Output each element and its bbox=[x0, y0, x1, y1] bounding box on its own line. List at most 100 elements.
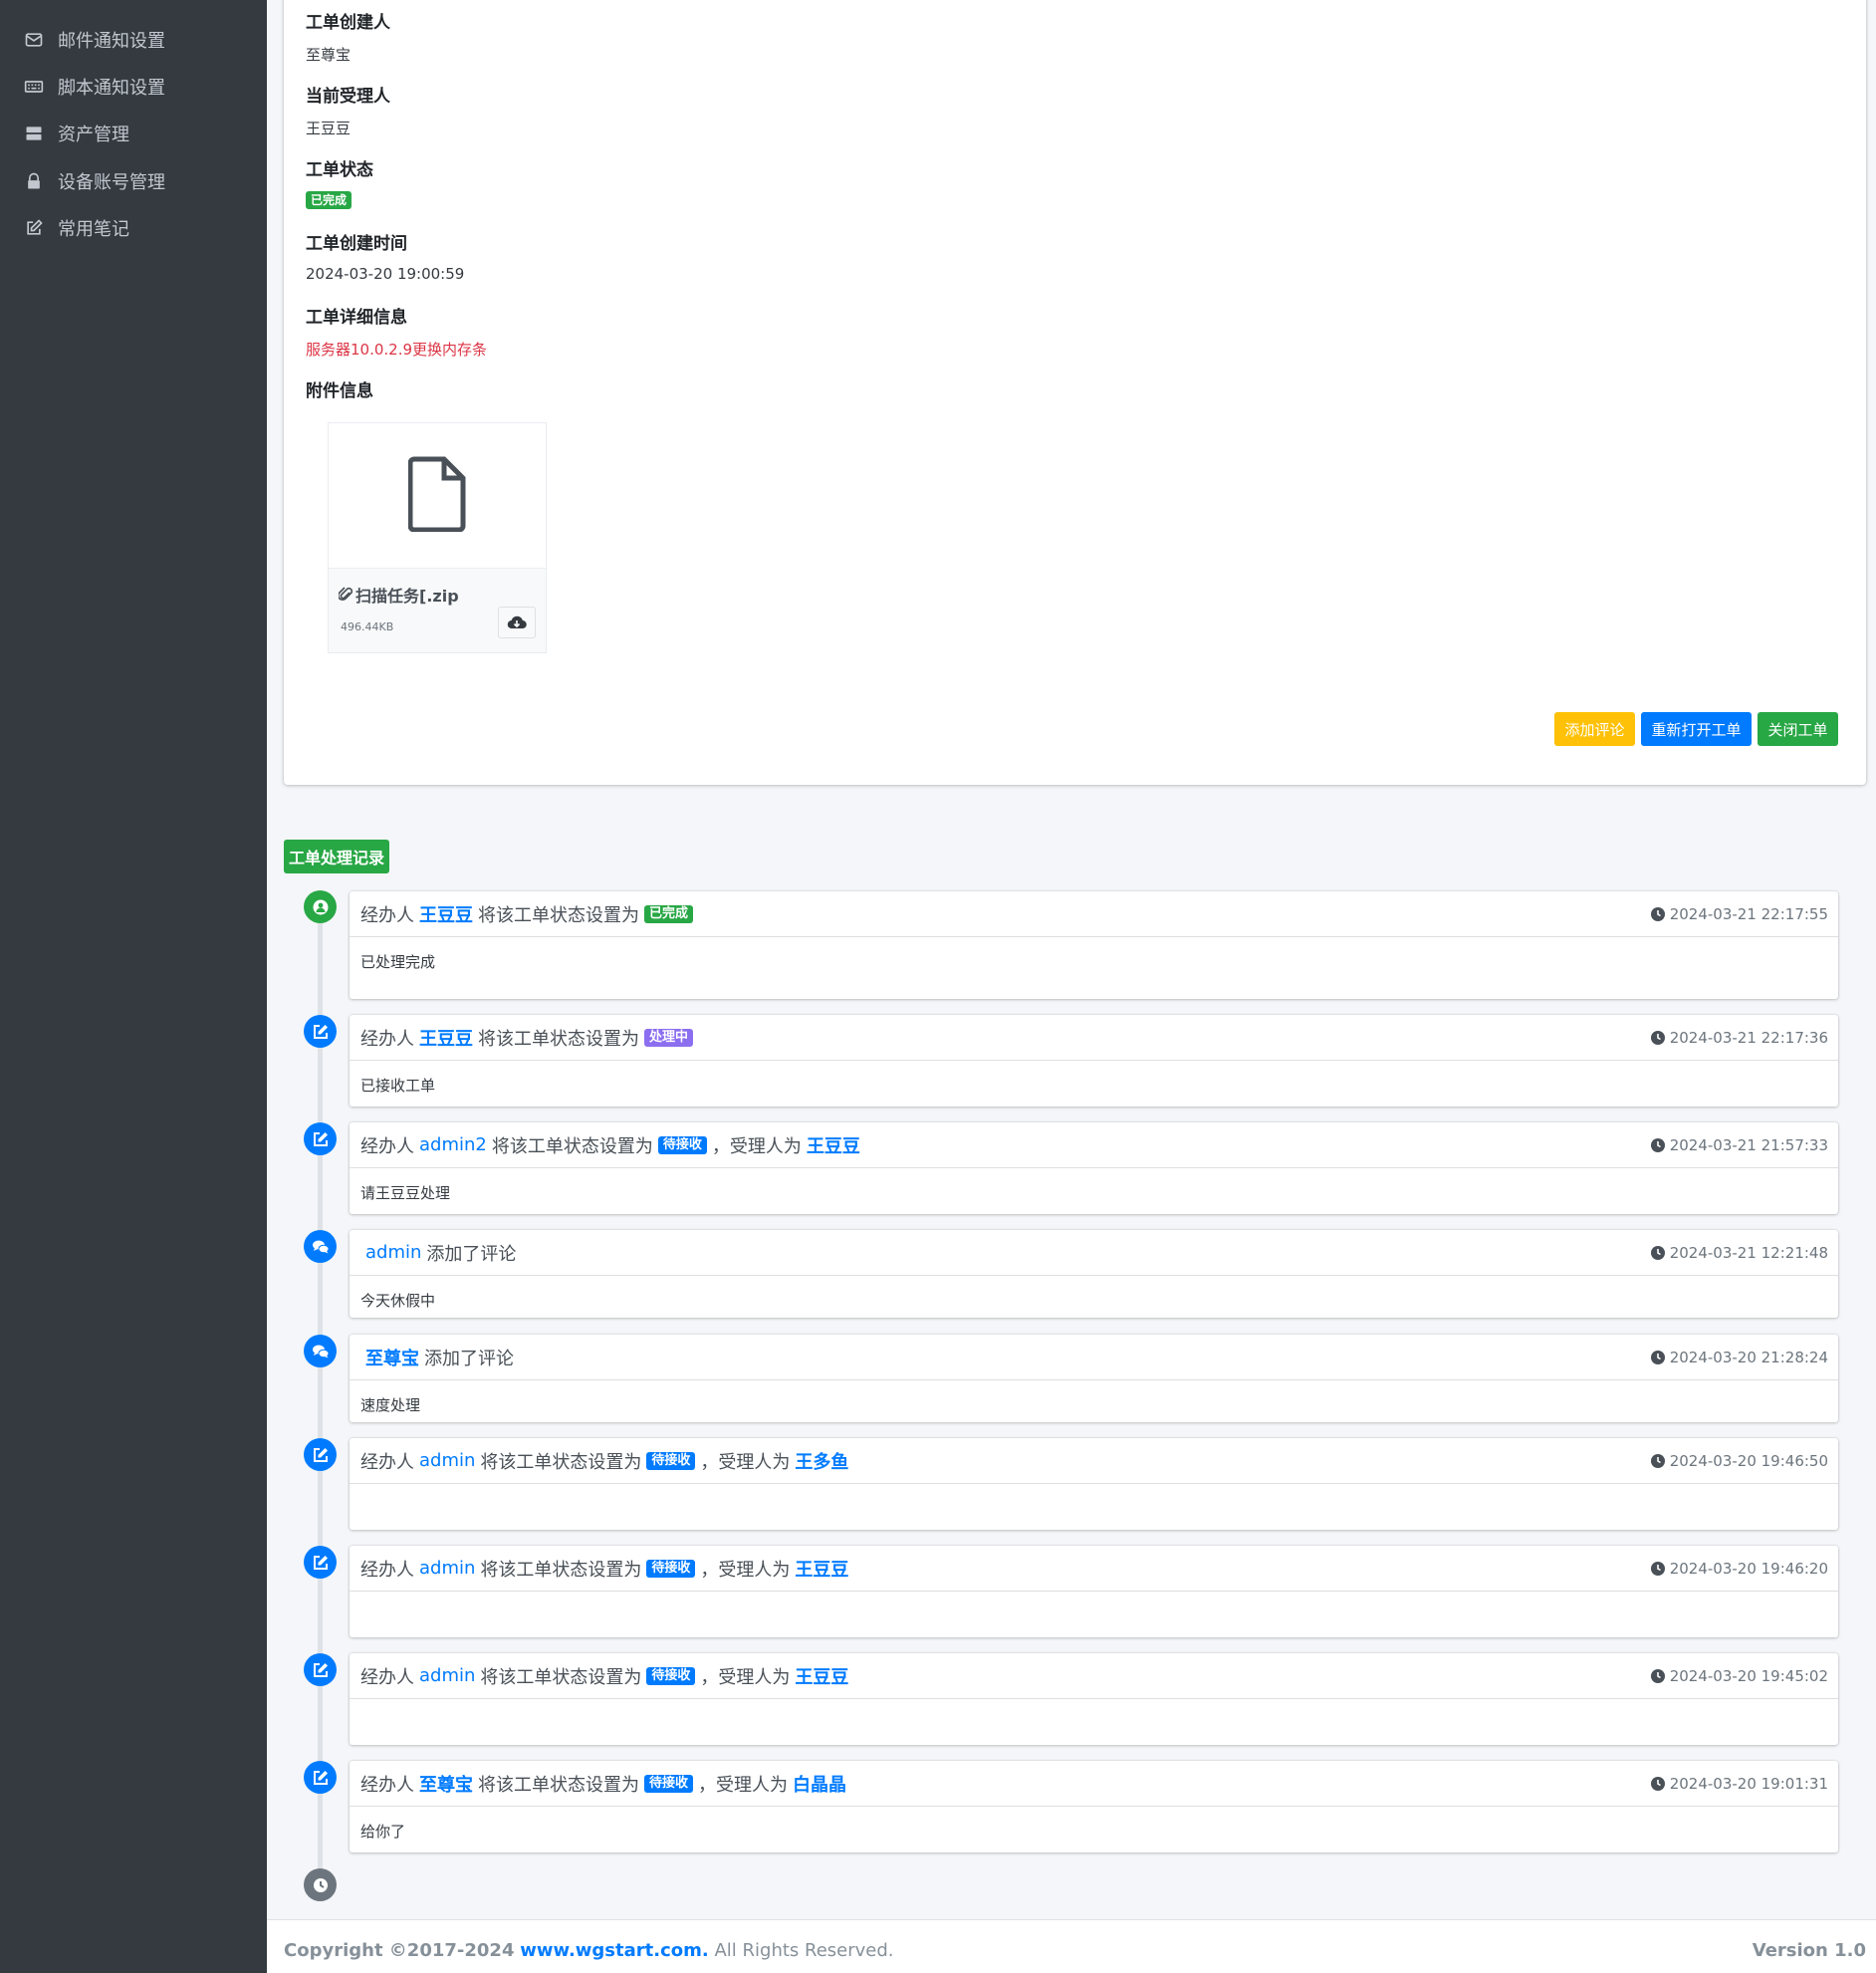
file-icon bbox=[407, 456, 466, 536]
timeline-time: 2024-03-21 22:17:55 bbox=[1650, 905, 1828, 923]
timeline-time: 2024-03-21 12:21:48 bbox=[1650, 1244, 1828, 1262]
timeline-user-link[interactable]: admin bbox=[365, 1242, 421, 1263]
timeline-item-body bbox=[350, 1592, 1838, 1619]
timeline-status-badge: 待接收 bbox=[646, 1451, 696, 1470]
timeline-prefix: 经办人 bbox=[360, 1666, 414, 1688]
sidebar-item-device-accounts[interactable]: 设备账号管理 bbox=[0, 158, 267, 204]
paperclip-icon bbox=[339, 587, 352, 603]
timeline-user-link[interactable]: 至尊宝 bbox=[365, 1345, 419, 1370]
timeline-item: 经办人 至尊宝 将该工单状态设置为 待接收 ，受理人为 白晶晶 2024-03-20 19:… bbox=[350, 1761, 1838, 1852]
timeline-item-body bbox=[350, 1699, 1838, 1727]
clock-icon bbox=[1650, 1030, 1670, 1046]
timeline-time-text: 2024-03-20 19:46:50 bbox=[1669, 1452, 1828, 1470]
clock-icon bbox=[1650, 1453, 1670, 1469]
attachment-link[interactable]: 扫描任务[.zip bbox=[339, 583, 459, 607]
timeline-status-badge: 待接收 bbox=[657, 1135, 707, 1154]
timeline-item: 经办人 admin 将该工单状态设置为 待接收 ，受理人为 王豆豆 2024-03-20 1… bbox=[350, 1546, 1838, 1637]
timeline-line bbox=[318, 901, 323, 1882]
sidebar-item-assets[interactable]: 资产管理 bbox=[0, 111, 267, 156]
clock-icon bbox=[1650, 1350, 1670, 1365]
timeline-edit-icon bbox=[304, 1438, 337, 1471]
timeline-item-header: 经办人 admin 将该工单状态设置为 待接收 ，受理人为 王豆豆 2024-03-20 1… bbox=[350, 1546, 1838, 1592]
timeline-item: 经办人 admin 将该工单状态设置为 待接收 ，受理人为 王多鱼 2024-03-20 1… bbox=[350, 1438, 1838, 1530]
timeline-time: 2024-03-20 19:46:50 bbox=[1650, 1452, 1828, 1470]
timeline-time-text: 2024-03-20 19:01:31 bbox=[1669, 1775, 1828, 1793]
clock-icon bbox=[1650, 1245, 1670, 1261]
timeline-assignee-link[interactable]: 白晶晶 bbox=[793, 1771, 846, 1797]
timeline-user-link[interactable]: admin bbox=[419, 1558, 475, 1579]
assignee-value: 王豆豆 bbox=[306, 120, 352, 137]
timeline-time-text: 2024-03-20 19:45:02 bbox=[1669, 1667, 1828, 1685]
timeline-prefix: 经办人 bbox=[360, 1135, 414, 1157]
timeline-time-text: 2024-03-20 19:46:20 bbox=[1669, 1560, 1828, 1578]
timeline-comments-icon bbox=[304, 1230, 337, 1263]
timeline-user-link[interactable]: admin2 bbox=[419, 1134, 487, 1155]
detail-label: 工单详细信息 bbox=[306, 308, 407, 328]
timeline-item-header: 经办人 王豆豆 将该工单状态设置为 已完成 2024-03-21 22:17:55 bbox=[350, 891, 1838, 937]
cloud-download-icon bbox=[507, 615, 527, 630]
timeline-assignee-link[interactable]: 王豆豆 bbox=[807, 1132, 860, 1158]
timeline-item-body: 请王豆豆处理 bbox=[360, 1184, 451, 1202]
timeline-user-link[interactable]: admin bbox=[419, 1450, 475, 1471]
file-preview bbox=[329, 423, 546, 569]
timeline-assignee-link[interactable]: 王豆豆 bbox=[795, 1556, 848, 1582]
timeline-assignee-prefix: ，受理人为 bbox=[700, 1451, 791, 1473]
reopen-ticket-button[interactable]: 重新打开工单 bbox=[1641, 712, 1752, 746]
timeline-time: 2024-03-20 19:45:02 bbox=[1650, 1667, 1828, 1685]
sidebar: 邮件通知设置 脚本通知设置 资产管理 设备账号管理 常用笔记 bbox=[0, 0, 267, 1973]
attachment-size: 496.44KB bbox=[341, 620, 394, 633]
download-button[interactable] bbox=[498, 607, 536, 638]
timeline-time: 2024-03-21 22:17:36 bbox=[1650, 1029, 1828, 1047]
clock-icon bbox=[1650, 906, 1670, 922]
timeline-item-body: 今天休假中 bbox=[360, 1292, 436, 1310]
edit-icon bbox=[22, 216, 46, 240]
timeline-item: 至尊宝 添加了评论 2024-03-20 21:28:24 速度处理 bbox=[350, 1335, 1838, 1422]
timeline-item-header: admin 添加了评论 2024-03-21 12:21:48 bbox=[350, 1230, 1838, 1276]
timeline-prefix: 经办人 bbox=[360, 1451, 414, 1473]
timeline-user-link[interactable]: 王豆豆 bbox=[419, 901, 473, 927]
sidebar-item-script-notify[interactable]: 脚本通知设置 bbox=[0, 64, 267, 110]
timeline-item-header: 经办人 admin2 将该工单状态设置为 待接收 ，受理人为 王豆豆 2024-03-21 … bbox=[350, 1122, 1838, 1168]
timeline-edit-icon bbox=[304, 1122, 337, 1155]
timeline-user-link[interactable]: 至尊宝 bbox=[419, 1771, 473, 1797]
timeline-action: 添加了评论 bbox=[424, 1348, 514, 1369]
timeline-assignee-link[interactable]: 王豆豆 bbox=[795, 1663, 848, 1689]
timeline-item: 经办人 王豆豆 将该工单状态设置为 已完成 2024-03-21 22:17:55 已处理… bbox=[350, 891, 1838, 999]
creator-label: 工单创建人 bbox=[306, 13, 390, 33]
timeline-time: 2024-03-20 19:46:20 bbox=[1650, 1560, 1828, 1578]
sidebar-item-label: 常用笔记 bbox=[58, 219, 129, 240]
timeline-item: admin 添加了评论 2024-03-21 12:21:48 今天休假中 bbox=[350, 1230, 1838, 1318]
timeline-user-link[interactable]: 王豆豆 bbox=[419, 1025, 473, 1051]
timeline-user-link[interactable]: admin bbox=[419, 1665, 475, 1686]
timeline-item-header: 经办人 admin 将该工单状态设置为 待接收 ，受理人为 王多鱼 2024-03-20 1… bbox=[350, 1438, 1838, 1484]
timeline-item-header: 至尊宝 添加了评论 2024-03-20 21:28:24 bbox=[350, 1335, 1838, 1380]
timeline-item-header: 经办人 admin 将该工单状态设置为 待接收 ，受理人为 王豆豆 2024-03-20 1… bbox=[350, 1653, 1838, 1699]
timeline-item-header: 经办人 王豆豆 将该工单状态设置为 处理中 2024-03-21 22:17:36 bbox=[350, 1015, 1838, 1061]
close-ticket-button[interactable]: 关闭工单 bbox=[1758, 712, 1838, 746]
clock-icon bbox=[1650, 1561, 1670, 1577]
timeline-action: 将该工单状态设置为 bbox=[478, 904, 639, 926]
timeline-status-badge: 已完成 bbox=[644, 904, 694, 923]
timeline-prefix: 经办人 bbox=[360, 1774, 414, 1796]
timeline-edit-icon bbox=[304, 1653, 337, 1686]
timeline-item: 经办人 admin 将该工单状态设置为 待接收 ，受理人为 王豆豆 2024-03-20 1… bbox=[350, 1653, 1838, 1745]
sidebar-item-label: 脚本通知设置 bbox=[58, 78, 165, 99]
sidebar-item-email-notify[interactable]: 邮件通知设置 bbox=[0, 17, 267, 63]
clock-icon bbox=[1650, 1668, 1670, 1684]
server-icon bbox=[22, 122, 46, 145]
creator-value: 至尊宝 bbox=[306, 46, 352, 64]
sidebar-item-notes[interactable]: 常用笔记 bbox=[0, 205, 267, 251]
timeline-item-header: 经办人 至尊宝 将该工单状态设置为 待接收 ，受理人为 白晶晶 2024-03-20 19:… bbox=[350, 1761, 1838, 1807]
site-link[interactable]: www.wgstart.com. bbox=[520, 1940, 709, 1961]
timeline-time-text: 2024-03-21 12:21:48 bbox=[1669, 1244, 1828, 1262]
timeline-assignee-link[interactable]: 王多鱼 bbox=[795, 1448, 848, 1474]
created-label: 工单创建时间 bbox=[306, 234, 407, 254]
sidebar-item-label: 设备账号管理 bbox=[58, 172, 165, 193]
timeline-prefix: 经办人 bbox=[360, 1559, 414, 1581]
timeline-assignee-prefix: ，受理人为 bbox=[698, 1774, 789, 1796]
lock-icon bbox=[22, 169, 46, 193]
timeline-action: 添加了评论 bbox=[426, 1243, 517, 1265]
add-comment-button[interactable]: 添加评论 bbox=[1554, 712, 1635, 746]
timeline-status-badge: 待接收 bbox=[646, 1559, 696, 1578]
timeline-assignee-prefix: ，受理人为 bbox=[700, 1666, 791, 1688]
